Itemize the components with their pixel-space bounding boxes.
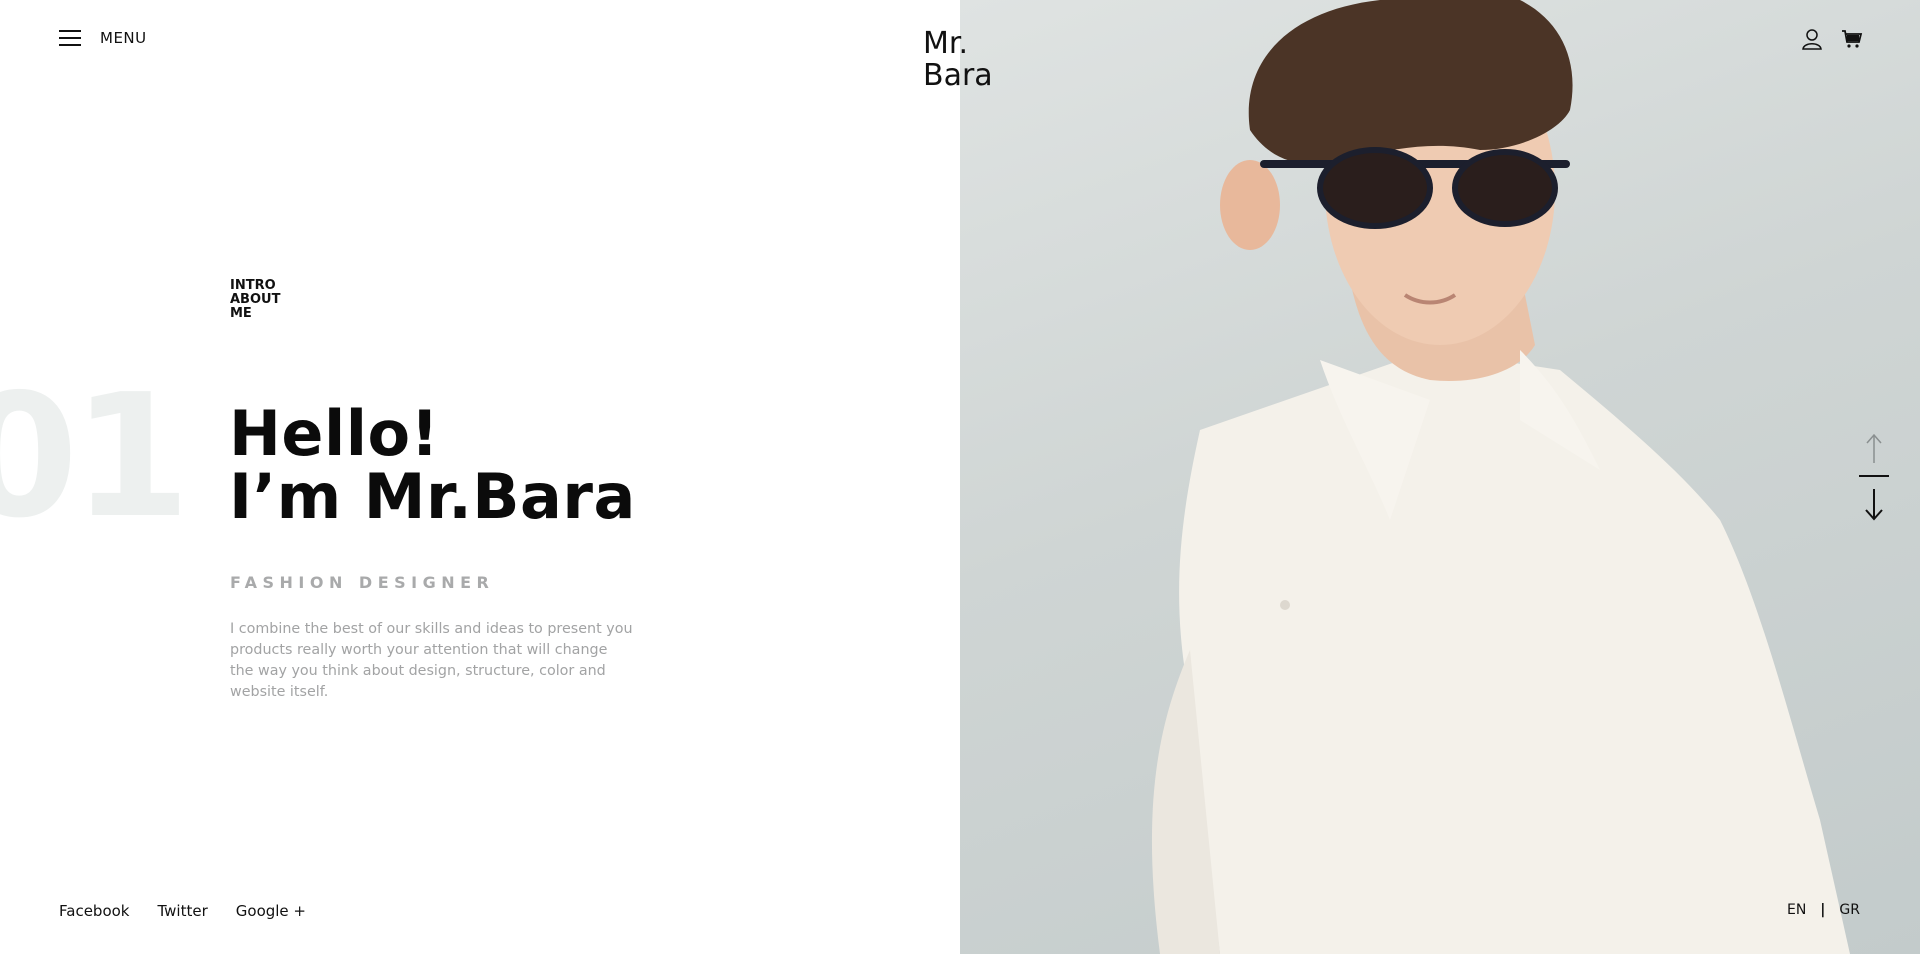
cart-icon[interactable]: [1841, 28, 1863, 50]
arrow-up-icon[interactable]: [1866, 433, 1882, 463]
social-links: Facebook Twitter Google +: [59, 902, 306, 920]
slide-navigation: [1859, 433, 1889, 521]
menu-label: MENU: [100, 29, 147, 47]
page: MENU Mr. Bara INTRO ABOUT ME 01 Hello! I…: [0, 0, 1920, 954]
bio-text: I combine the best of our skills and ide…: [230, 621, 633, 700]
section-tag-line: ABOUT: [230, 292, 281, 307]
google-plus-link[interactable]: Google +: [236, 902, 306, 920]
section-tag-line: INTRO: [230, 278, 276, 293]
lang-separator: |: [1820, 902, 1826, 918]
user-icon[interactable]: [1801, 28, 1823, 50]
headline-line-2: I’m Mr.Bara: [229, 460, 636, 533]
slide-number-watermark: 01: [0, 358, 191, 556]
facebook-link[interactable]: Facebook: [59, 902, 129, 920]
hero-headline: Hello! I’m Mr.Bara: [229, 402, 636, 528]
lang-gr[interactable]: GR: [1839, 902, 1860, 918]
headline-line-1: Hello!: [229, 397, 440, 470]
logo-line-2: Bara: [923, 58, 993, 93]
hamburger-icon: [59, 30, 81, 46]
language-switcher: EN | GR: [1787, 902, 1860, 918]
section-tag-line: ME: [230, 306, 252, 321]
section-tag: INTRO ABOUT ME: [230, 279, 280, 321]
logo-line-1: Mr.: [923, 26, 968, 61]
job-title: FASHION DESIGNER: [230, 573, 495, 592]
header-icons: [1801, 28, 1863, 50]
lang-en[interactable]: EN: [1787, 902, 1806, 918]
site-logo[interactable]: Mr. Bara: [923, 28, 993, 92]
arrow-down-icon[interactable]: [1865, 489, 1883, 521]
twitter-link[interactable]: Twitter: [157, 902, 207, 920]
hero-photo: [960, 0, 1920, 954]
menu-button[interactable]: MENU: [59, 26, 147, 50]
